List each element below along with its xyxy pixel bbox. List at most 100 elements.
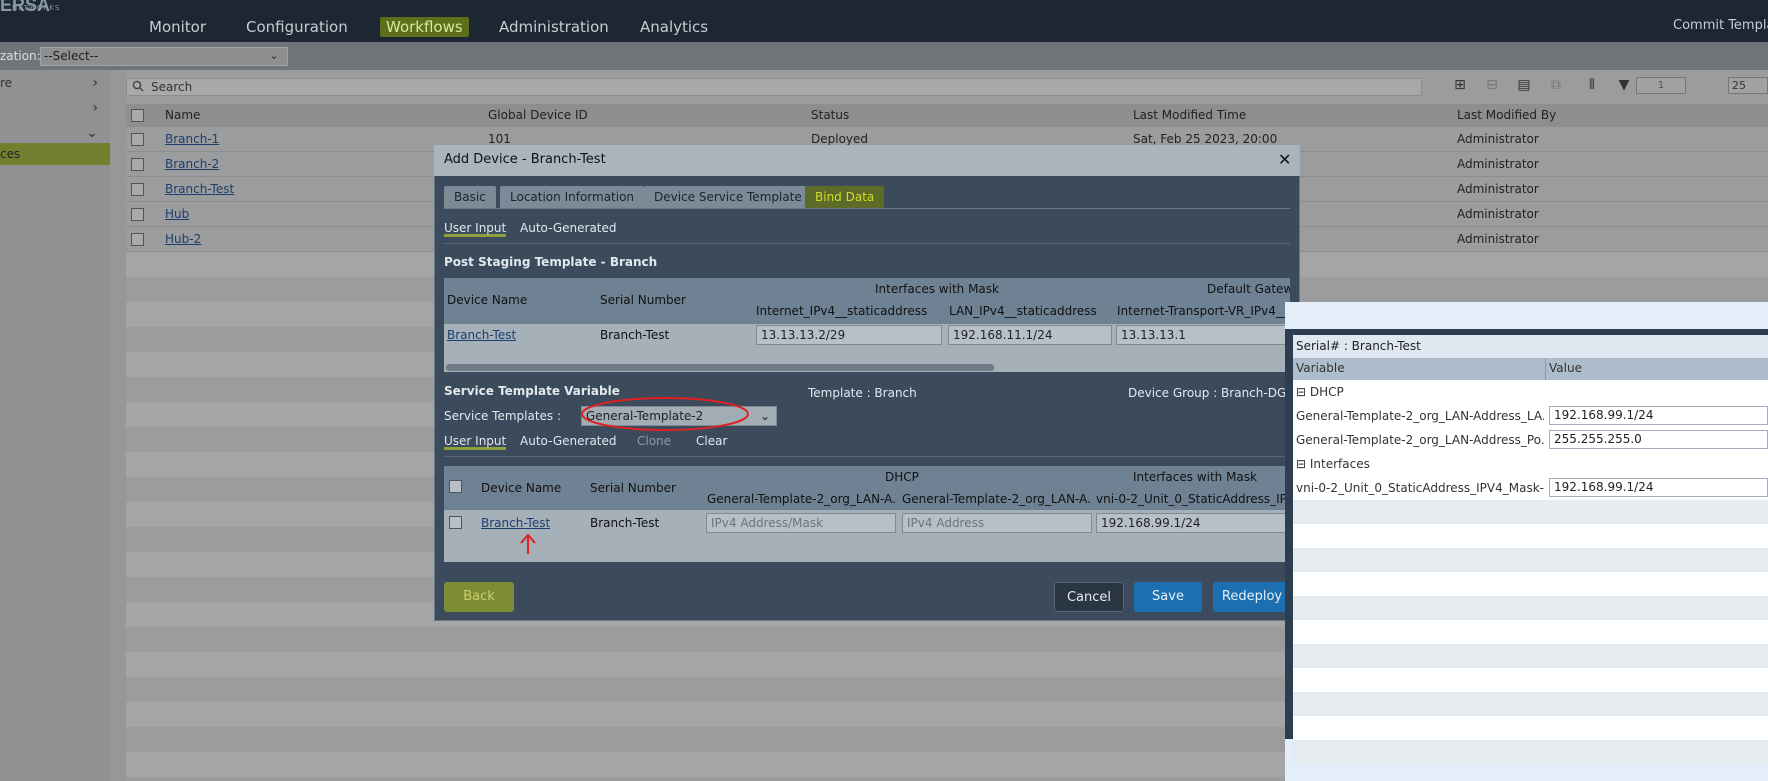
filter-icon[interactable]: ▼: [1616, 77, 1632, 93]
horizontal-scrollbar[interactable]: [446, 364, 994, 371]
stv-subtab-auto-generated[interactable]: Auto-Generated: [520, 432, 617, 450]
tab-location-information[interactable]: Location Information: [500, 186, 645, 208]
empty-row: [1293, 548, 1768, 572]
stv-input-vni[interactable]: 192.168.99.1/24: [1096, 513, 1286, 533]
remove-icon[interactable]: ⊟: [1484, 77, 1500, 93]
stv-group-interfaces: Interfaces with Mask: [1133, 470, 1257, 484]
var-value-input-2[interactable]: 255.255.255.0: [1549, 430, 1768, 449]
row-checkbox[interactable]: [131, 233, 144, 246]
stv-label: Service Templates :: [444, 409, 562, 423]
redeploy-button[interactable]: Redeploy: [1213, 582, 1291, 612]
row-checkbox[interactable]: [131, 208, 144, 221]
subtab-user-input[interactable]: User Input: [444, 219, 507, 237]
stv-input-lan-address-mask[interactable]: IPv4 Address/Mask: [706, 513, 896, 533]
sidebar-item-1[interactable]: re ›: [0, 71, 110, 95]
stv-subtab-user-input[interactable]: User Input: [444, 432, 507, 450]
table-cell: Administrator: [1457, 157, 1539, 171]
stv-col-serial: Serial Number: [590, 481, 676, 495]
stv-template: Template : Branch: [808, 386, 917, 400]
row-checkbox[interactable]: [131, 158, 144, 171]
col-name[interactable]: Name: [165, 104, 200, 127]
nav-workflows[interactable]: Workflows: [380, 17, 469, 37]
chevron-down-icon: ⌄: [268, 48, 279, 62]
var-name: vni-0-2_Unit_0_StaticAddress_IPV4_Mask-0…: [1296, 481, 1544, 495]
col-global-device-id[interactable]: Global Device ID: [488, 104, 588, 127]
select-all-checkbox[interactable]: [131, 109, 144, 122]
group-dhcp[interactable]: ⊟ DHCP: [1296, 380, 1768, 404]
sidebar-item-devices[interactable]: ces: [0, 143, 110, 165]
stv-clear-button[interactable]: Clear: [696, 432, 727, 450]
chevron-right-icon: ›: [92, 100, 98, 116]
empty-row: [1293, 668, 1768, 692]
chevron-down-icon: ⌄: [86, 125, 98, 141]
var-value-input-1[interactable]: 192.168.99.1/24: [1549, 406, 1768, 425]
col-last-modified-by[interactable]: Last Modified By: [1457, 104, 1556, 127]
search-input[interactable]: Search: [126, 78, 1422, 96]
close-icon[interactable]: ✕: [1278, 150, 1291, 169]
col-status[interactable]: Status: [811, 104, 849, 127]
empty-row: [1293, 596, 1768, 620]
row-checkbox[interactable]: [131, 183, 144, 196]
org-select[interactable]: --Select-- ⌄: [40, 47, 288, 66]
ps-col-lan-ipv4: LAN_IPv4__staticaddress: [949, 304, 1097, 318]
save-button[interactable]: Save: [1134, 582, 1202, 612]
var-name: General-Template-2_org_LAN-Address_LA...: [1296, 409, 1544, 423]
export-icon[interactable]: ▤: [1516, 77, 1532, 93]
commit-template-link[interactable]: Commit Templat: [1673, 17, 1768, 35]
nav-administration[interactable]: Administration: [499, 17, 609, 37]
stv-row-checkbox[interactable]: [449, 516, 462, 529]
table-cell: Administrator: [1457, 132, 1539, 146]
page-number-input[interactable]: 1: [1636, 77, 1686, 94]
stv-device-group: Device Group : Branch-DG: [1128, 386, 1287, 400]
nav-analytics[interactable]: Analytics: [640, 17, 708, 37]
red-annotation-arrow: [520, 533, 536, 554]
columns-icon[interactable]: ⦀: [1584, 77, 1600, 93]
tab-bind-data[interactable]: Bind Data: [805, 186, 885, 208]
stv-col-lan-address-1: General-Template-2_org_LAN-A...: [707, 492, 895, 506]
device-name-link[interactable]: Hub: [165, 202, 189, 227]
group-label: DHCP: [1309, 385, 1344, 399]
empty-row: [1293, 740, 1768, 764]
collapse-icon: ⊟: [1296, 385, 1310, 399]
col-last-modified-time[interactable]: Last Modified Time: [1133, 104, 1246, 127]
stv-col-vni: vni-0-2_Unit_0_StaticAddress_IP...: [1096, 492, 1286, 506]
var-value-input-3[interactable]: 192.168.99.1/24: [1549, 478, 1768, 497]
var-name: General-Template-2_org_LAN-Address_Po...: [1296, 433, 1544, 447]
device-name-link[interactable]: Branch-1: [165, 127, 219, 152]
device-name-link[interactable]: Branch-2: [165, 152, 219, 177]
stv-input-lan-address[interactable]: IPv4 Address: [902, 513, 1092, 533]
tab-device-service-template[interactable]: Device Service Template: [644, 186, 812, 208]
copy-icon[interactable]: ⧉: [1548, 77, 1564, 93]
chevron-down-icon: ⌄: [759, 409, 770, 423]
nav-configuration[interactable]: Configuration: [246, 17, 348, 37]
ps-input-internet-ipv4[interactable]: 13.13.13.2/29: [756, 325, 942, 345]
stv-clone-button[interactable]: Clone: [637, 432, 671, 450]
serial-table-header: [1293, 358, 1768, 380]
subtab-auto-generated[interactable]: Auto-Generated: [520, 219, 617, 237]
ps-group-interfaces: Interfaces with Mask: [875, 282, 999, 296]
page-size-select[interactable]: 25: [1728, 77, 1768, 94]
empty-row: [1293, 572, 1768, 596]
cancel-button[interactable]: Cancel: [1054, 582, 1124, 612]
device-name-link[interactable]: Branch-Test: [165, 177, 234, 202]
ps-row-serial: Branch-Test: [600, 328, 670, 342]
add-icon[interactable]: ⊞: [1452, 77, 1468, 93]
ps-col-transport-vr: Internet-Transport-VR_IPv4__vr: [1117, 304, 1290, 318]
stv-row-device-link[interactable]: Branch-Test: [481, 512, 550, 534]
sidebar-item-3[interactable]: ⌄: [0, 121, 110, 145]
group-interfaces[interactable]: ⊟ Interfaces: [1296, 452, 1768, 476]
col-variable: Variable: [1296, 361, 1345, 375]
row-checkbox[interactable]: [131, 133, 144, 146]
ps-input-lan-ipv4[interactable]: 192.168.11.1/24: [948, 325, 1112, 345]
sidebar-item-2[interactable]: ›: [0, 96, 110, 120]
nav-monitor[interactable]: Monitor: [149, 17, 206, 37]
device-name-link[interactable]: Hub-2: [165, 227, 201, 252]
ps-row-device-link[interactable]: Branch-Test: [447, 324, 516, 346]
table-cell: Administrator: [1457, 207, 1539, 221]
back-button[interactable]: Back: [444, 582, 514, 612]
tab-basic[interactable]: Basic: [444, 186, 496, 208]
stv-select-all-checkbox[interactable]: [449, 480, 462, 493]
collapse-icon: ⊟: [1296, 457, 1310, 471]
brand-logo-sub: NETWORKS: [12, 4, 61, 12]
ps-input-transport-vr[interactable]: 13.13.13.1: [1116, 325, 1290, 345]
